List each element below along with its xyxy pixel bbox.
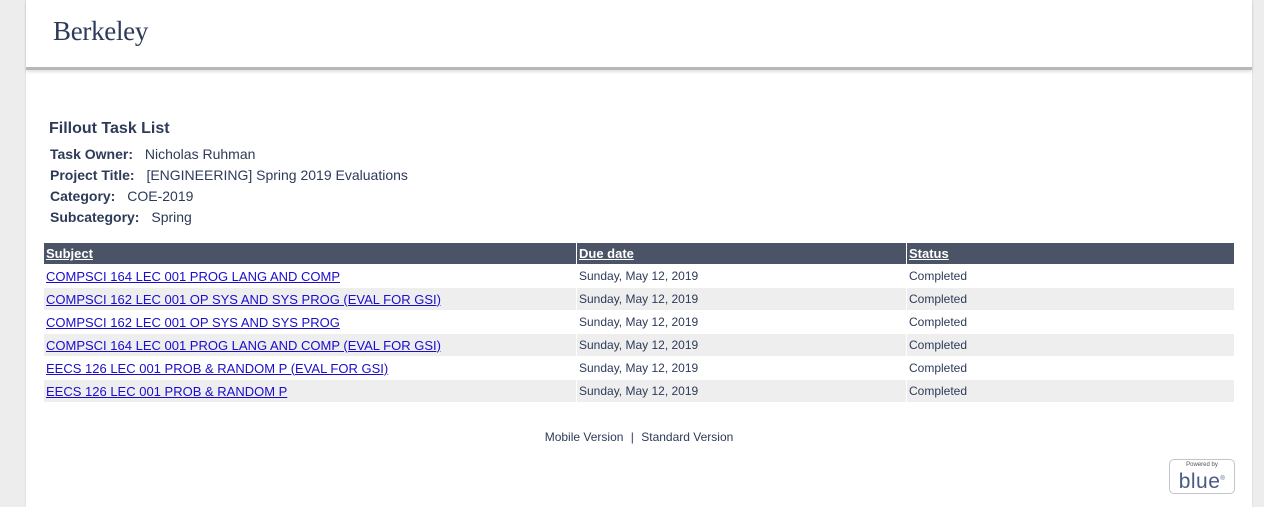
header-bar: Berkeley: [26, 0, 1252, 70]
due-date-cell: Sunday, May 12, 2019: [577, 311, 906, 333]
page-title: Fillout Task List: [49, 120, 170, 137]
mobile-version-link[interactable]: Mobile Version: [545, 430, 624, 444]
table-row: COMPSCI 164 LEC 001 PROG LANG AND COMP (…: [44, 334, 1234, 356]
subject-link[interactable]: COMPSCI 164 LEC 001 PROG LANG AND COMP (…: [46, 338, 441, 353]
due-date-cell: Sunday, May 12, 2019: [577, 380, 906, 402]
task-owner-label: Task Owner:: [50, 146, 133, 162]
standard-version-link[interactable]: Standard Version: [641, 430, 733, 444]
status-cell: Completed: [907, 265, 1234, 287]
category-value: COE-2019: [127, 188, 194, 204]
footer-links: Mobile Version | Standard Version: [26, 430, 1252, 444]
footer-separator: |: [630, 430, 634, 444]
column-header-subject[interactable]: Subject: [44, 243, 576, 264]
table-row: EECS 126 LEC 001 PROB & RANDOM P Sunday,…: [44, 380, 1234, 402]
task-table: Subject Due date Status COMPSCI 164 LEC …: [43, 242, 1235, 403]
column-header-due-date[interactable]: Due date: [577, 243, 906, 264]
project-title-value: [ENGINEERING] Spring 2019 Evaluations: [146, 167, 408, 183]
subcategory-label: Subcategory:: [50, 209, 140, 225]
status-cell: Completed: [907, 380, 1234, 402]
table-header-row: Subject Due date Status: [44, 243, 1234, 264]
project-title-row: Project Title: [ENGINEERING] Spring 2019…: [49, 165, 408, 186]
status-cell: Completed: [907, 334, 1234, 356]
subject-cell: EECS 126 LEC 001 PROB & RANDOM P: [44, 380, 576, 402]
berkeley-logo: Berkeley: [53, 16, 149, 46]
powered-by-label: Powered by: [1186, 462, 1218, 468]
subcategory-value: Spring: [151, 209, 192, 225]
subject-link[interactable]: COMPSCI 162 LEC 001 OP SYS AND SYS PROG: [46, 315, 340, 330]
subject-link[interactable]: COMPSCI 162 LEC 001 OP SYS AND SYS PROG …: [46, 292, 441, 307]
status-cell: Completed: [907, 288, 1234, 310]
status-cell: Completed: [907, 311, 1234, 333]
subject-link[interactable]: EECS 126 LEC 001 PROB & RANDOM P: [46, 384, 287, 399]
task-owner-value: Nicholas Ruhman: [144, 146, 256, 162]
subject-cell: EECS 126 LEC 001 PROB & RANDOM P (EVAL F…: [44, 357, 576, 379]
project-title-label: Project Title:: [50, 167, 135, 183]
column-header-status[interactable]: Status: [907, 243, 1234, 264]
category-row: Category: COE-2019: [49, 186, 408, 207]
table-row: EECS 126 LEC 001 PROB & RANDOM P (EVAL F…: [44, 357, 1234, 379]
due-date-cell: Sunday, May 12, 2019: [577, 334, 906, 356]
status-cell: Completed: [907, 357, 1234, 379]
subject-cell: COMPSCI 162 LEC 001 OP SYS AND SYS PROG …: [44, 288, 576, 310]
category-label: Category:: [50, 188, 116, 204]
due-date-cell: Sunday, May 12, 2019: [577, 265, 906, 287]
subject-link[interactable]: EECS 126 LEC 001 PROB & RANDOM P (EVAL F…: [46, 361, 388, 376]
subject-link[interactable]: COMPSCI 164 LEC 001 PROG LANG AND COMP: [46, 269, 340, 284]
table-row: COMPSCI 164 LEC 001 PROG LANG AND COMP S…: [44, 265, 1234, 287]
due-date-cell: Sunday, May 12, 2019: [577, 288, 906, 310]
page-container: Berkeley Fillout Task List Task Owner: N…: [25, 0, 1253, 507]
blue-logo: blue®: [1178, 470, 1226, 493]
subject-cell: COMPSCI 164 LEC 001 PROG LANG AND COMP: [44, 265, 576, 287]
task-info: Fillout Task List Task Owner: Nicholas R…: [49, 120, 408, 228]
table-row: COMPSCI 162 LEC 001 OP SYS AND SYS PROG …: [44, 288, 1234, 310]
subject-cell: COMPSCI 164 LEC 001 PROG LANG AND COMP (…: [44, 334, 576, 356]
powered-by-blue-badge[interactable]: Powered by blue®: [1169, 459, 1235, 494]
subject-cell: COMPSCI 162 LEC 001 OP SYS AND SYS PROG: [44, 311, 576, 333]
due-date-cell: Sunday, May 12, 2019: [577, 357, 906, 379]
task-owner-row: Task Owner: Nicholas Ruhman: [49, 144, 408, 165]
subcategory-row: Subcategory: Spring: [49, 207, 408, 228]
table-row: COMPSCI 162 LEC 001 OP SYS AND SYS PROG …: [44, 311, 1234, 333]
